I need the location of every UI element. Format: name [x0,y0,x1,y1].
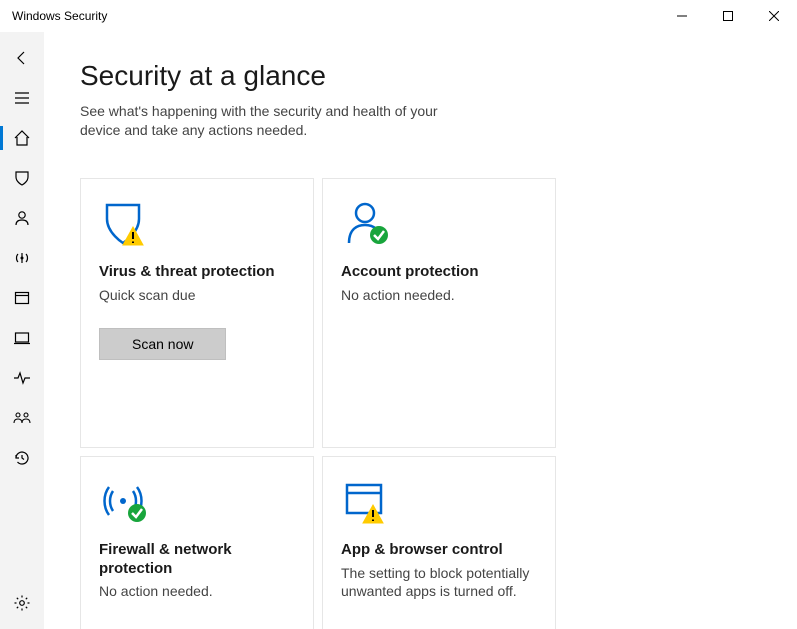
network-icon [99,477,295,535]
window-title: Windows Security [12,9,107,23]
page-title: Security at a glance [80,60,797,92]
card-sub: No action needed. [99,582,295,601]
scan-now-button[interactable]: Scan now [99,328,226,360]
card-title: Virus & threat protection [99,263,295,282]
browser-icon [341,477,537,535]
card-sub: Quick scan due [99,286,295,305]
close-button[interactable] [751,0,797,32]
sidebar-item-home[interactable] [0,118,44,158]
sidebar-item-virus[interactable] [0,158,44,198]
sidebar-item-devicesec[interactable] [0,318,44,358]
card-firewall[interactable]: Firewall & network protection No action … [80,456,314,629]
titlebar: Windows Security [0,0,797,32]
card-title: Account protection [341,263,537,282]
sidebar-item-family[interactable] [0,398,44,438]
card-title: App & browser control [341,541,537,560]
back-button[interactable] [0,38,44,78]
minimize-button[interactable] [659,0,705,32]
card-sub: No action needed. [341,286,537,305]
content-area: Security at a glance See what's happenin… [44,32,797,629]
page-subtitle: See what's happening with the security a… [80,102,480,140]
sidebar-item-account[interactable] [0,198,44,238]
sidebar-item-firewall[interactable] [0,238,44,278]
sidebar-item-settings[interactable] [0,583,44,623]
card-account[interactable]: Account protection No action needed. [322,178,556,448]
menu-button[interactable] [0,78,44,118]
sidebar-item-appbrowser[interactable] [0,278,44,318]
card-virus[interactable]: Virus & threat protection Quick scan due… [80,178,314,448]
shield-icon [99,199,295,257]
sidebar-item-deviceperf[interactable] [0,358,44,398]
maximize-button[interactable] [705,0,751,32]
cards-grid: Virus & threat protection Quick scan due… [80,178,797,629]
card-sub: The setting to block potentially unwante… [341,564,537,602]
sidebar-item-history[interactable] [0,438,44,478]
card-appbrowser[interactable]: App & browser control The setting to blo… [322,456,556,629]
sidebar [0,32,44,629]
account-icon [341,199,537,257]
card-title: Firewall & network protection [99,541,295,579]
